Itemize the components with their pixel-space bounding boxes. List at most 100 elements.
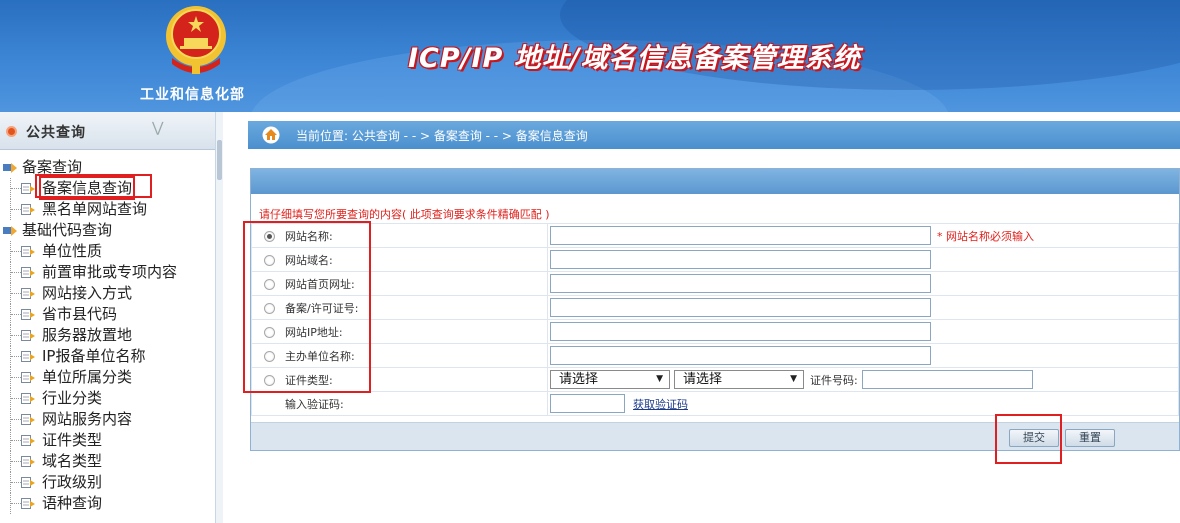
cert-number-input[interactable]	[861, 370, 1033, 389]
cert-number-label: 证件号码:	[810, 373, 858, 387]
sidebar-item[interactable]: 前置审批或专项内容	[0, 262, 215, 283]
form-row: 网站域名:	[251, 247, 1179, 272]
sidebar-item[interactable]: 行业分类	[0, 388, 215, 409]
dropdown-arrow-icon: ▼	[790, 374, 797, 384]
sidebar-item-label: 语种查询	[42, 494, 103, 512]
splitter-grip[interactable]	[217, 140, 222, 180]
cert-type-select[interactable]: 请选择 ▼	[550, 370, 670, 389]
field-input[interactable]	[550, 274, 931, 293]
sidebar-splitter[interactable]	[215, 112, 223, 523]
sidebar-item-label: 前置审批或专项内容	[42, 263, 178, 281]
panel-title-bar	[251, 169, 1179, 194]
sidebar-item[interactable]: 服务器放置地	[0, 325, 215, 346]
org-name: 工业和信息化部	[140, 87, 245, 103]
required-note: * 网站名称必须输入	[937, 229, 1034, 243]
form-actions-bar: 提交 重置	[251, 422, 1179, 450]
breadcrumb: 当前位置: 公共查询 - - > 备案查询 - - > 备案信息查询	[248, 121, 1180, 149]
query-form: 网站名称: * 网站名称必须输入 网站域名: 网站首页网址: 备案/许可证号: 网站IP地…	[251, 223, 1179, 416]
sidebar-item-label: 域名类型	[42, 452, 103, 470]
dropdown-arrow-icon: ▼	[656, 374, 663, 384]
form-row: 证件类型: 请选择 ▼ 请选择 ▼ 证件号码:	[251, 367, 1179, 392]
page-link-icon	[21, 204, 35, 215]
field-label: 证件类型:	[285, 373, 333, 387]
page-link-icon	[21, 309, 35, 320]
search-type-radio[interactable]	[264, 255, 275, 266]
search-type-radio[interactable]	[264, 375, 275, 386]
home-icon[interactable]	[262, 126, 280, 144]
get-captcha-link[interactable]: 获取验证码	[633, 398, 688, 411]
search-type-radio[interactable]	[264, 303, 275, 314]
sidebar-item[interactable]: 证件类型	[0, 430, 215, 451]
field-input[interactable]	[550, 298, 931, 317]
page-link-icon	[21, 498, 35, 509]
page-link-icon	[21, 246, 35, 257]
breadcrumb-text: 当前位置: 公共查询 - - > 备案查询 - - > 备案信息查询	[296, 129, 588, 143]
sidebar-item-label: 省市县代码	[42, 305, 118, 323]
form-row: 输入验证码: 获取验证码	[251, 391, 1179, 416]
sidebar-item-label: 备案信息查询	[38, 176, 136, 200]
search-type-radio[interactable]	[264, 279, 275, 290]
sidebar-header[interactable]: 公共查询 ⋁	[0, 112, 215, 150]
form-row: 主办单位名称:	[251, 343, 1179, 368]
search-type-radio[interactable]	[264, 327, 275, 338]
sidebar-item-label: 网站服务内容	[42, 410, 133, 428]
section-dot-icon	[6, 126, 17, 137]
sidebar-item-label: 服务器放置地	[42, 326, 133, 344]
sidebar-item[interactable]: 单位性质	[0, 241, 215, 262]
sidebar-item-label: 证件类型	[42, 431, 103, 449]
select-value: 请选择	[559, 372, 599, 387]
field-label: 网站域名:	[285, 253, 333, 267]
page-link-icon	[21, 288, 35, 299]
page-link-icon	[21, 183, 35, 194]
page-link-icon	[21, 414, 35, 425]
sidebar-item[interactable]: 语种查询	[0, 493, 215, 514]
header-banner: 工业和信息化部 ICP/IP 地址/域名信息备案管理系统	[0, 0, 1180, 112]
page-link-icon	[21, 372, 35, 383]
submit-button[interactable]: 提交	[1009, 429, 1059, 447]
sidebar: 公共查询 ⋁ 备案查询 备案信息查询 黑名单网站查询基础代码查询单位性质 前置审批或专…	[0, 112, 215, 523]
sidebar-item-label: 行业分类	[42, 389, 103, 407]
page-link-icon	[21, 435, 35, 446]
search-type-radio[interactable]	[264, 231, 275, 242]
page-link-icon	[21, 477, 35, 488]
field-label: 网站首页网址:	[285, 277, 355, 291]
sidebar-item-label: 单位所属分类	[42, 368, 133, 386]
sidebar-group[interactable]: 备案查询	[0, 157, 215, 178]
select-value: 请选择	[683, 372, 723, 387]
sidebar-item-label: IP报备单位名称	[42, 347, 146, 365]
sidebar-item[interactable]: 单位所属分类	[0, 367, 215, 388]
captcha-input[interactable]	[550, 394, 625, 413]
sidebar-item[interactable]: 备案信息查询	[0, 176, 215, 200]
sidebar-item[interactable]: 网站服务内容	[0, 409, 215, 430]
form-row: 网站首页网址:	[251, 271, 1179, 296]
sidebar-group-label: 备案查询	[22, 158, 83, 176]
page-link-icon	[21, 267, 35, 278]
sidebar-item[interactable]: IP报备单位名称	[0, 346, 215, 367]
field-label: 备案/许可证号:	[285, 301, 359, 315]
search-type-radio[interactable]	[264, 351, 275, 362]
group-icon	[3, 226, 17, 236]
sidebar-item[interactable]: 网站接入方式	[0, 283, 215, 304]
sidebar-item[interactable]: 域名类型	[0, 451, 215, 472]
query-panel: 请仔细填写您所要查询的内容( 此项查询要求条件精确匹配 ) 网站名称: * 网站名…	[250, 168, 1180, 451]
field-input[interactable]	[550, 322, 931, 341]
sidebar-item[interactable]: 黑名单网站查询	[0, 199, 215, 220]
form-row: 备案/许可证号:	[251, 295, 1179, 320]
form-row: 网站IP地址:	[251, 319, 1179, 344]
collapse-chevron-icon[interactable]: ⋁	[152, 120, 163, 136]
field-input[interactable]	[550, 346, 931, 365]
field-input[interactable]	[550, 226, 931, 245]
page-link-icon	[21, 351, 35, 362]
sidebar-item-label: 黑名单网站查询	[42, 200, 148, 218]
reset-button[interactable]: 重置	[1065, 429, 1115, 447]
sidebar-item[interactable]: 省市县代码	[0, 304, 215, 325]
sidebar-item-label: 网站接入方式	[42, 284, 133, 302]
cert-subtype-select[interactable]: 请选择 ▼	[674, 370, 804, 389]
field-input[interactable]	[550, 250, 931, 269]
page-link-icon	[21, 456, 35, 467]
sidebar-item[interactable]: 行政级别	[0, 472, 215, 493]
sidebar-group[interactable]: 基础代码查询	[0, 220, 215, 241]
sidebar-group-label: 基础代码查询	[22, 221, 113, 239]
field-label: 网站IP地址:	[285, 325, 343, 339]
captcha-label: 输入验证码:	[285, 397, 344, 411]
